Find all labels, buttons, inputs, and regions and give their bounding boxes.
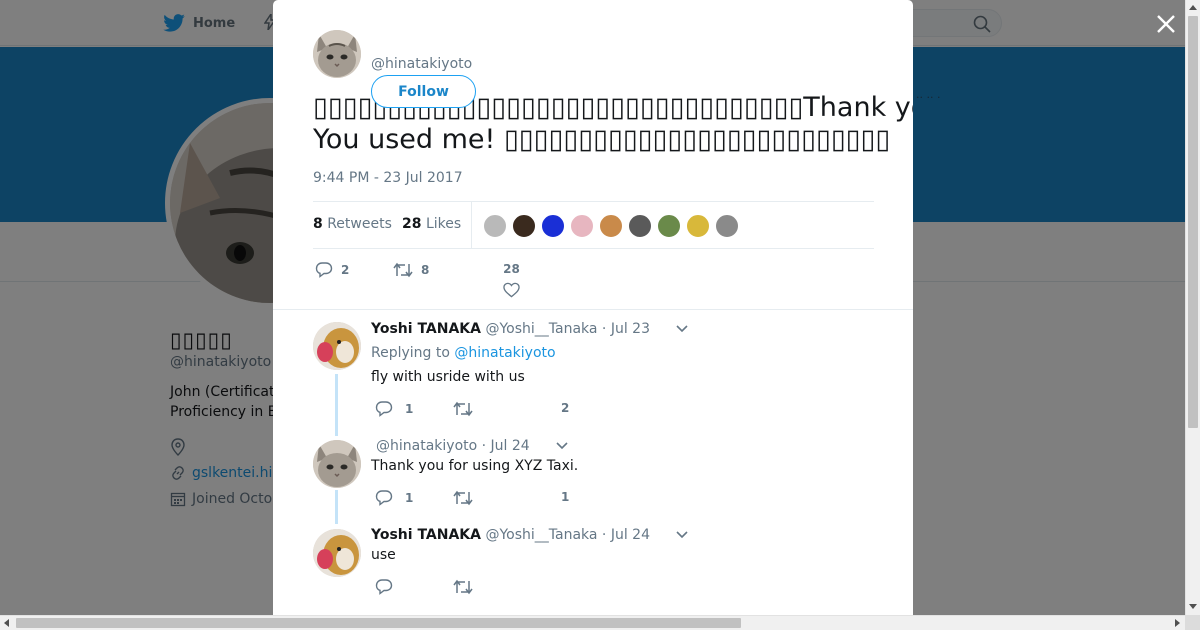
reply-count: 1 <box>405 402 414 416</box>
reply-icon <box>375 490 393 506</box>
reply-author-handle[interactable]: @Yoshi__Tanaka <box>485 527 597 543</box>
reply-date[interactable]: · Jul 24 <box>602 527 650 543</box>
reply-header: Yoshi TANAKA @Yoshi__Tanaka · Jul 23 <box>371 321 689 337</box>
thread-line <box>335 490 338 524</box>
retweets-label: Retweets <box>327 216 392 232</box>
chevron-down-icon[interactable] <box>676 325 689 333</box>
reply-action[interactable]: 2 <box>315 262 349 278</box>
tweet-timestamp[interactable]: 9:44 PM - 23 Jul 2017 <box>313 170 463 186</box>
reply-tweet[interactable]: @hinatakiyoto · Jul 24 Thank you for usi… <box>273 432 913 524</box>
chevron-down-icon[interactable] <box>676 531 689 539</box>
reply-action[interactable] <box>375 579 405 595</box>
horizontal-scroll-thumb[interactable] <box>16 618 741 628</box>
heart-icon <box>503 282 520 298</box>
vertical-scrollbar[interactable] <box>1185 0 1200 615</box>
reply-date[interactable]: · Jul 23 <box>602 321 650 337</box>
dog-avatar-image <box>313 322 361 370</box>
avatar-moon[interactable] <box>483 214 507 238</box>
avatar-blue[interactable] <box>541 214 565 238</box>
close-icon[interactable] <box>1154 12 1178 36</box>
avatar-person[interactable] <box>512 214 536 238</box>
likes-stat[interactable]: 28 Likes <box>402 216 461 232</box>
replying-to-prefix: Replying to <box>371 345 455 361</box>
reply-icon <box>375 579 393 595</box>
reply-header: @hinatakiyoto · Jul 24 <box>376 438 568 454</box>
retweet-icon <box>393 262 413 278</box>
reply-author-name[interactable]: Yoshi TANAKA <box>371 321 481 337</box>
reply-count: 1 <box>405 491 414 505</box>
retweet-action[interactable] <box>453 490 473 506</box>
scroll-right-icon[interactable] <box>1175 619 1180 627</box>
scroll-down-icon[interactable] <box>1189 604 1197 609</box>
likes-count: 28 <box>402 216 422 232</box>
reply-author-handle[interactable]: @Yoshi__Tanaka <box>485 321 597 337</box>
tweet-modal: @hinatakiyoto ▯▯▯▯▯▯▯▯▯▯▯▯▯▯▯▯▯▯▯▯▯▯▯▯▯▯… <box>273 0 913 615</box>
reply-count: 2 <box>341 263 350 277</box>
follow-button[interactable]: Follow <box>371 75 476 108</box>
tweet-stats: 8 Retweets 28 Likes <box>313 201 874 249</box>
cat-avatar-image <box>313 30 361 78</box>
replying-to: Replying to @hinatakiyoto <box>371 345 556 361</box>
reply-text: use <box>371 547 396 563</box>
avatar-face[interactable] <box>599 214 623 238</box>
scroll-left-icon[interactable] <box>4 619 9 627</box>
like-action[interactable]: 1 <box>561 490 569 504</box>
retweet-action[interactable]: 8 <box>393 262 429 278</box>
avatar-panda[interactable] <box>657 214 681 238</box>
cat-avatar-image <box>313 440 361 488</box>
reply-icon <box>375 401 393 417</box>
replying-to-link[interactable]: @hinatakiyoto <box>454 345 555 361</box>
reply-author-name[interactable]: Yoshi TANAKA <box>371 527 481 543</box>
tweet-text-line: You used me! ▯▯▯▯▯▯▯▯▯▯▯▯▯▯▯▯▯▯▯▯▯▯▯▯▯▯ <box>313 124 891 155</box>
reply-header: Yoshi TANAKA @Yoshi__Tanaka · Jul 24 <box>371 527 689 543</box>
avatar-gray[interactable] <box>715 214 739 238</box>
reply-avatar[interactable] <box>313 440 361 488</box>
reply-action[interactable]: 1 <box>375 490 413 506</box>
retweet-count: 8 <box>421 263 430 277</box>
scroll-up-icon[interactable] <box>1189 5 1197 10</box>
horizontal-scrollbar[interactable] <box>0 615 1185 630</box>
reply-tweet[interactable]: Yoshi TANAKA @Yoshi__Tanaka · Jul 24 use <box>273 522 913 615</box>
like-count: 28 <box>503 262 520 276</box>
reply-action[interactable]: 1 <box>375 401 413 417</box>
scroll-corner <box>1185 615 1200 630</box>
like-count: 1 <box>561 490 570 504</box>
reply-actions: 1 1 <box>371 490 631 512</box>
dog-avatar-image <box>313 529 361 577</box>
reply-icon <box>315 262 333 278</box>
reply-avatar[interactable] <box>313 529 361 577</box>
avatar-dark[interactable] <box>628 214 652 238</box>
reply-actions <box>371 579 631 601</box>
vertical-scroll-thumb[interactable] <box>1188 16 1198 428</box>
like-action[interactable]: 28 <box>503 262 520 298</box>
likes-label: Likes <box>425 216 462 232</box>
chevron-down-icon[interactable] <box>556 442 568 450</box>
retweet-action[interactable] <box>453 401 473 417</box>
like-action[interactable]: 2 <box>561 401 569 415</box>
avatar-colorful[interactable] <box>686 214 710 238</box>
profile-page: Home ·· ·· · ▯▯▯▯▯ @hinatakiyoto <box>0 0 1185 615</box>
reply-date[interactable]: · Jul 24 <box>482 438 530 454</box>
author-handle[interactable]: @hinatakiyoto <box>371 56 472 72</box>
reply-author-handle[interactable]: @hinatakiyoto <box>376 438 477 454</box>
retweet-action[interactable] <box>453 579 473 595</box>
reply-tweet[interactable]: Yoshi TANAKA @Yoshi__Tanaka · Jul 23 Rep… <box>273 312 913 436</box>
avatar-pink[interactable] <box>570 214 594 238</box>
reply-text: fly with usride with us <box>371 369 525 385</box>
retweet-icon <box>453 579 473 595</box>
retweets-stat[interactable]: 8 Retweets <box>313 216 392 232</box>
retweet-icon <box>453 401 473 417</box>
stats-divider <box>471 202 472 248</box>
permalink-tweet: @hinatakiyoto ▯▯▯▯▯▯▯▯▯▯▯▯▯▯▯▯▯▯▯▯▯▯▯▯▯▯… <box>273 0 913 310</box>
reply-actions: 1 2 <box>371 401 631 423</box>
like-count: 2 <box>561 401 570 415</box>
retweet-icon <box>453 490 473 506</box>
retweets-count: 8 <box>313 216 323 232</box>
thread-line <box>335 374 338 436</box>
author-avatar[interactable] <box>313 30 361 78</box>
tweet-actions: 2 8 28 <box>313 262 713 302</box>
reply-text: Thank you for using XYZ Taxi. <box>371 458 579 474</box>
reply-avatar[interactable] <box>313 322 361 370</box>
